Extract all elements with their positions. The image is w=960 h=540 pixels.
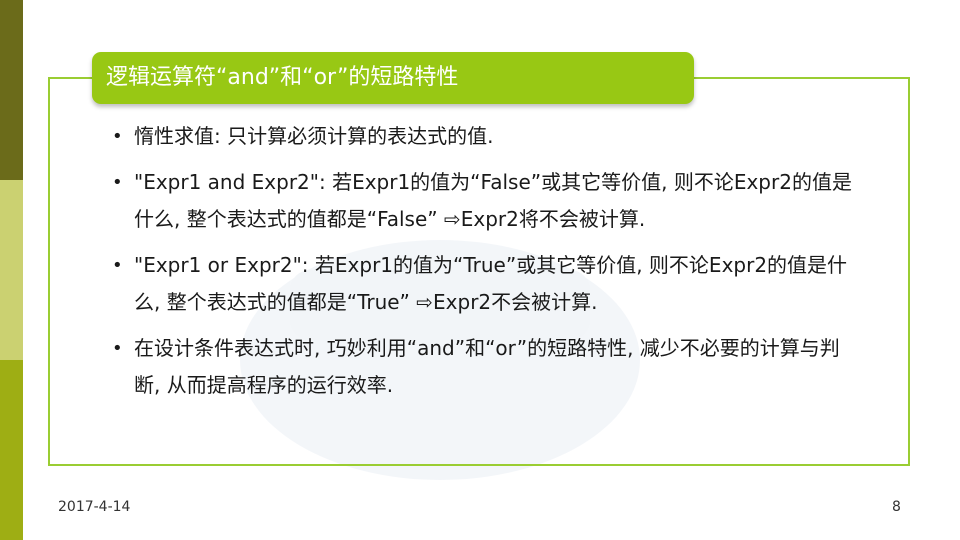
bullet-item: • "Expr1 or Expr2": 若Expr1的值为“True”或其它等价… xyxy=(112,247,852,322)
bullet-item: • 惰性求值: 只计算必须计算的表达式的值. xyxy=(112,118,852,156)
side-stripe-top xyxy=(0,0,23,180)
side-stripe-bottom xyxy=(0,360,23,540)
bullet-text: "Expr1 or Expr2": 若Expr1的值为“True”或其它等价值,… xyxy=(134,252,848,315)
bullet-text: "Expr1 and Expr2": 若Expr1的值为“False”或其它等价… xyxy=(134,169,852,232)
bullet-item: • 在设计条件表达式时, 巧妙利用“and”和“or”的短路特性, 减少不必要的… xyxy=(112,330,852,405)
bullet-dot-icon: • xyxy=(112,254,123,276)
bullet-list: • 惰性求值: 只计算必须计算的表达式的值. • "Expr1 and Expr… xyxy=(112,118,852,413)
bullet-dot-icon: • xyxy=(112,171,123,193)
page-number: 8 xyxy=(892,499,901,515)
footer-date: 2017-4-14 xyxy=(58,499,131,515)
bullet-text: 在设计条件表达式时, 巧妙利用“and”和“or”的短路特性, 减少不必要的计算… xyxy=(134,335,840,398)
side-stripe-middle xyxy=(0,180,23,360)
bullet-dot-icon: • xyxy=(112,126,123,147)
bullet-dot-icon: • xyxy=(112,337,123,359)
bullet-text: 惰性求值: 只计算必须计算的表达式的值. xyxy=(134,124,494,148)
bullet-item: • "Expr1 and Expr2": 若Expr1的值为“False”或其它… xyxy=(112,164,852,239)
slide-title: 逻辑运算符“and”和“or”的短路特性 xyxy=(92,52,694,104)
